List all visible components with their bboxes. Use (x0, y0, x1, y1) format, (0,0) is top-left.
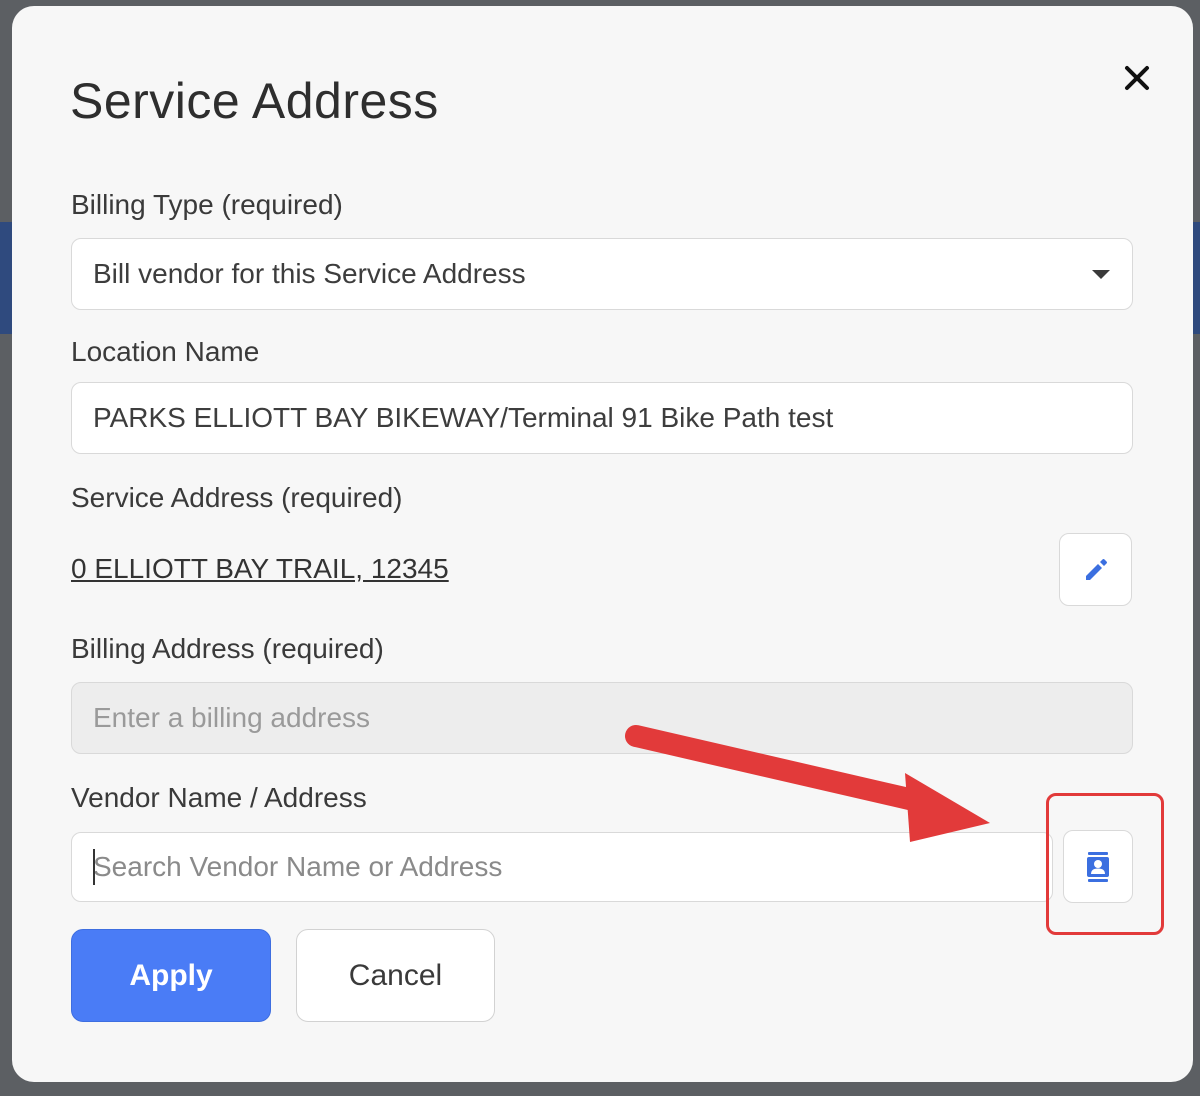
pencil-icon (1085, 558, 1107, 580)
close-button[interactable] (1117, 56, 1157, 100)
service-address-label: Service Address (required) (71, 482, 403, 513)
location-name-label: Location Name (71, 336, 260, 367)
billing-type-label: Billing Type (required) (71, 189, 343, 220)
close-icon (1125, 66, 1149, 90)
vendor-search-input[interactable] (71, 832, 1053, 902)
billing-address-placeholder: Enter a billing address (93, 702, 371, 733)
background-page-band (0, 222, 12, 334)
billing-address-label: Billing Address (required) (71, 633, 384, 664)
chevron-down-icon (1092, 270, 1110, 279)
location-name-field[interactable]: PARKS ELLIOTT BAY BIKEWAY/Terminal 91 Bi… (71, 382, 1133, 454)
billing-address-field[interactable]: Enter a billing address (71, 682, 1133, 754)
address-book-icon (1087, 851, 1109, 882)
apply-button[interactable]: Apply (71, 929, 271, 1022)
billing-type-selected-value: Bill vendor for this Service Address (93, 258, 526, 289)
background-page-band (1192, 222, 1200, 334)
dialog-title: Service Address (70, 73, 439, 129)
text-cursor (93, 849, 95, 885)
billing-type-select[interactable]: Bill vendor for this Service Address (71, 238, 1133, 310)
vendor-lookup-button[interactable] (1063, 830, 1133, 903)
service-address-link[interactable]: 0 ELLIOTT BAY TRAIL, 12345 (71, 553, 449, 585)
vendor-label: Vendor Name / Address (71, 782, 367, 813)
edit-service-address-button[interactable] (1059, 533, 1132, 606)
cancel-button[interactable]: Cancel (296, 929, 495, 1022)
service-address-dialog (12, 6, 1193, 1082)
location-name-value: PARKS ELLIOTT BAY BIKEWAY/Terminal 91 Bi… (93, 402, 834, 433)
